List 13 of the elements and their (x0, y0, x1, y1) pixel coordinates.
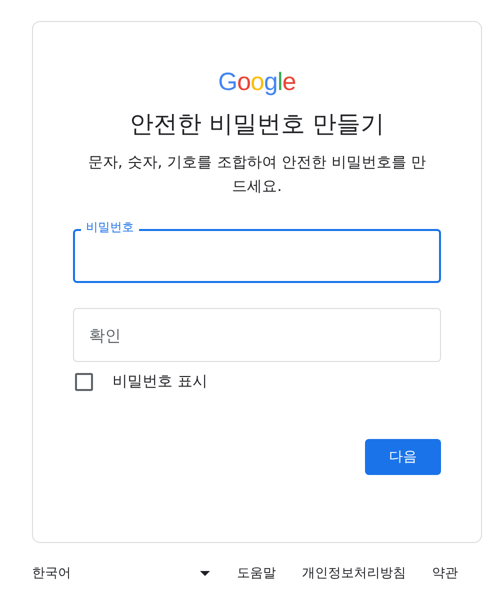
language-selector[interactable]: 한국어 (32, 564, 192, 582)
field-label: 비밀번호 (81, 220, 139, 234)
caret-icon[interactable] (200, 570, 210, 576)
checkbox[interactable] (74, 372, 92, 390)
footer-link[interactable]: 약관 (432, 564, 458, 582)
footer-link[interactable]: 개인정보처리방침 (302, 564, 406, 582)
confirm-field[interactable]: 확인 (73, 308, 441, 362)
next-button[interactable]: 다음 (365, 439, 441, 475)
logo: Google (218, 68, 296, 96)
footer-link[interactable]: 도움말 (237, 564, 276, 582)
subtitle: 문자, 숫자, 기호를 조합하여 안전한 비밀번호를 만드세요. (86, 152, 428, 197)
page-title: 안전한 비밀번호 만들기 (129, 109, 385, 140)
checkbox-label: 비밀번호 표시 (112, 372, 208, 391)
